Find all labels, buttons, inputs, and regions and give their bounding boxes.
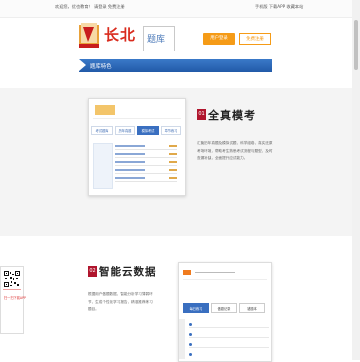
mock-tab: 每日练习: [183, 303, 209, 313]
feature-1-title: 全真模考: [208, 109, 256, 122]
logo-subtitle-text: 题库: [147, 35, 166, 45]
divider: [195, 272, 235, 273]
exam-screenshot: 考试题库 历年真题 模拟考试 章节练习: [88, 98, 186, 196]
mock-header: [183, 267, 267, 280]
mock-tab: 做题记录: [211, 303, 237, 313]
feature-2-description: 根据用户做题数据，智能分析学习薄弱环节，生成个性化学习报告，精准推荐练习题目。: [88, 292, 153, 312]
mock-row: [115, 161, 177, 166]
bullet-icon: [189, 333, 192, 336]
mock-row: [189, 337, 269, 338]
feature-1-description: 汇聚历年真题及模拟试题，科学组卷，真实还原考场环境，帮助考生熟悉考试流程与题型，…: [197, 141, 273, 161]
mock-logo-icon: [95, 105, 115, 115]
mock-header: [93, 102, 181, 119]
login-button[interactable]: 用户登录: [203, 33, 235, 45]
section-title-bar: 题库特色: [79, 59, 272, 72]
mock-row: [115, 169, 177, 174]
mock-tab: 考试题库: [91, 126, 113, 135]
data-screenshot: 每日练习 做题记录 错题本: [178, 262, 272, 362]
mock-row: [115, 177, 177, 182]
qr-widget[interactable]: 扫一扫下载APP: [0, 266, 26, 334]
feature-band-2: [0, 236, 352, 360]
mock-tab: 模拟考试: [137, 126, 159, 135]
mock-tabs: 考试题库 历年真题 模拟考试 章节练习: [91, 126, 183, 136]
feature-1-badge: 01: [197, 109, 206, 120]
logo-text: 长北: [104, 26, 137, 44]
mock-tab: 历年真题: [115, 126, 135, 135]
scrollbar[interactable]: [352, 0, 360, 360]
arrow-icon: [79, 59, 86, 71]
section-title: 题库特色: [90, 64, 112, 70]
register-button[interactable]: 免费注册: [239, 33, 271, 45]
top-bar-left-text[interactable]: 欢迎您，优也教育！ 请登录 免费注册: [55, 4, 125, 10]
top-bar-right-text[interactable]: 手机版 下载APP 收藏本站: [255, 4, 303, 10]
scrollbar-thumb[interactable]: [354, 20, 358, 70]
feature-2-title: 智能云数据: [99, 266, 157, 278]
logo-subtitle: 题库: [143, 26, 175, 51]
mock-tabs: 每日练习 做题记录 错题本: [183, 303, 269, 313]
mock-tab: 章节练习: [161, 126, 181, 135]
mock-row: [189, 327, 269, 328]
bullet-icon: [189, 323, 192, 326]
mock-sidebar: [179, 319, 185, 359]
top-bar: 欢迎您，优也教育！ 请登录 免费注册 手机版 下载APP 收藏本站: [0, 0, 360, 18]
bullet-icon: [189, 353, 192, 356]
mock-sidebar: [93, 143, 113, 189]
feature-2-badge: 02: [88, 266, 97, 277]
qr-code-icon: [4, 271, 20, 287]
mock-row: [115, 153, 177, 158]
mock-tab: 错题本: [239, 303, 265, 313]
mock-row: [115, 145, 177, 150]
mock-row: [189, 347, 269, 348]
logo-icon[interactable]: [79, 22, 101, 50]
mock-logo-icon: [183, 270, 191, 275]
bullet-icon: [189, 343, 192, 346]
divider: [3, 289, 21, 290]
qr-label: 扫一扫下载APP: [4, 296, 26, 300]
